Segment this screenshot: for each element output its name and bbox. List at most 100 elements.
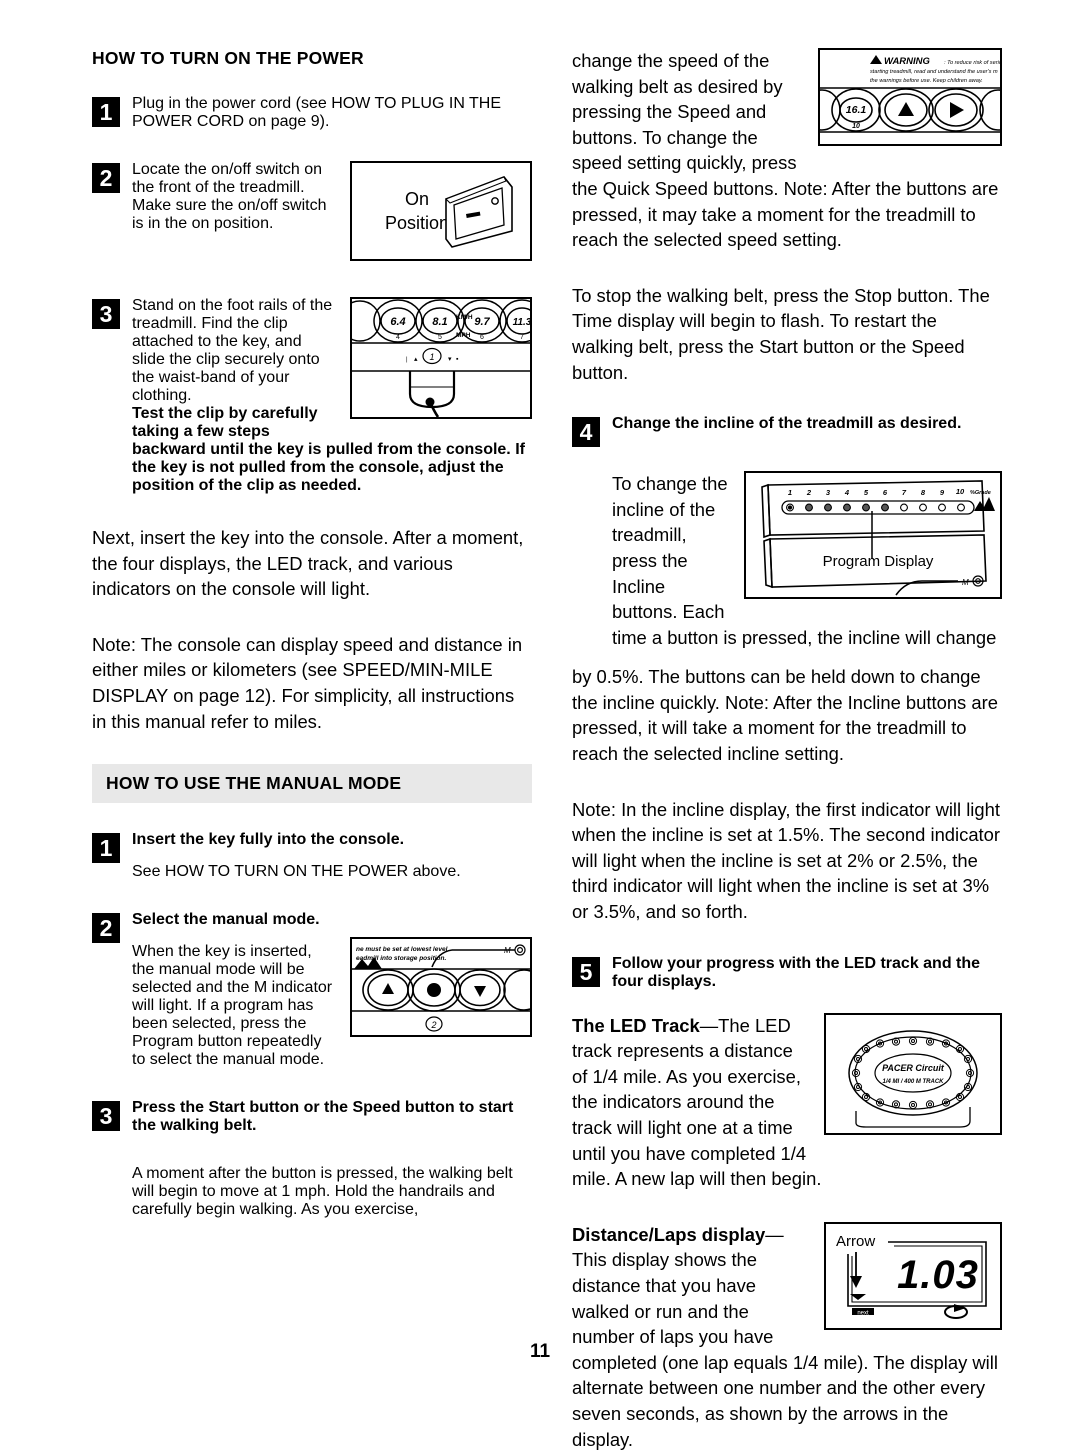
console-buttons-illustration: ne must be set at lowest level eadmill i… — [352, 944, 530, 1032]
svg-text:▪: ▪ — [456, 356, 459, 363]
page-number: 11 — [529, 1341, 551, 1362]
step-text-plain: Stand on the foot rails of the treadmill… — [132, 297, 333, 404]
step-text: Locate the on/off switch on the front of… — [132, 161, 327, 232]
svg-text:8.1: 8.1 — [432, 316, 447, 328]
svg-text:next: next — [857, 1310, 869, 1316]
step-heading: Press the Start button or the Speed butt… — [132, 1099, 514, 1135]
step-manual-2: 2 Select the manual mode. ne must be set… — [92, 911, 532, 1069]
distance-display-illustration: Arrow next 1.03 — [836, 1233, 987, 1319]
svg-text:|: | — [406, 357, 408, 363]
step-progress-5: 5 Follow your progress with the LED trac… — [572, 955, 1002, 991]
paragraph-incline-note: Note: In the incline display, the first … — [572, 798, 1001, 923]
svg-text:4: 4 — [844, 488, 850, 497]
svg-text:16.1: 16.1 — [846, 104, 867, 116]
step-badge: 1 — [92, 833, 120, 864]
distance-display-label: Distance/Laps display — [572, 1223, 766, 1245]
svg-text:KM/H: KM/H — [456, 314, 473, 321]
svg-text:the warnings before use. Kee: the warnings before use. Keep children a… — [870, 78, 983, 84]
step-badge: 3 — [92, 299, 120, 329]
paragraph-stop-belt: To stop the walking belt, press the Stop… — [572, 284, 990, 383]
svg-text:8: 8 — [921, 488, 926, 497]
svg-text:Program Display: Program Display — [823, 553, 934, 570]
svg-text:2: 2 — [806, 488, 812, 497]
step-manual-1: 1 Insert the key fully into the console.… — [92, 831, 532, 881]
step-heading: Follow your progress with the LED track … — [612, 954, 981, 990]
svg-text:6: 6 — [883, 488, 888, 497]
step-badge: 5 — [572, 956, 600, 987]
section-title-manual-mode: HOW TO USE THE MANUAL MODE — [106, 773, 402, 794]
svg-text:7: 7 — [902, 488, 907, 497]
svg-text:: To reduce risk of serious in: : To reduce risk of serious injur — [944, 60, 1000, 66]
figure-onoff-switch: On Position — [350, 161, 532, 261]
speed-paragraph-block: WARNING : To reduce risk of serious inju… — [572, 48, 1002, 253]
svg-text:5: 5 — [438, 334, 442, 341]
switch-illustration — [445, 176, 513, 248]
svg-text:▾: ▾ — [448, 356, 452, 363]
figure-warning-console: WARNING : To reduce risk of serious inju… — [818, 48, 1002, 146]
svg-text:Arrow: Arrow — [836, 1233, 875, 1250]
svg-text:5: 5 — [864, 488, 869, 497]
svg-text:1: 1 — [429, 352, 434, 362]
svg-text:1.03: 1.03 — [897, 1253, 979, 1297]
step-badge: 1 — [92, 97, 120, 127]
program-display-illustration: 1 2 3 4 5 6 7 8 9 10 %Grade Program Display M — [761, 480, 995, 596]
paragraph-insert-key: Next, insert the key into the console. A… — [92, 527, 524, 600]
led-track-label: The LED Track — [572, 1014, 700, 1036]
step-badge: 2 — [92, 163, 120, 193]
incline-figure-block: 1 2 3 4 5 6 7 8 9 10 %Grade Program Display M … — [572, 471, 1002, 650]
figure-program-display: 1 2 3 4 5 6 7 8 9 10 %Grade Program Display M — [744, 471, 1002, 600]
svg-text:1: 1 — [788, 488, 792, 497]
step-badge: 2 — [92, 913, 120, 944]
svg-text:eadmill into storage position.: eadmill into storage position. — [356, 955, 446, 962]
svg-text:7: 7 — [520, 334, 524, 341]
step-power-2: 2 On Position Locate the on/off switch o… — [92, 161, 532, 267]
section-title-power: HOW TO TURN ON THE POWER — [92, 48, 364, 68]
right-column: WARNING : To reduce risk of serious inju… — [572, 48, 1002, 1452]
svg-text:ne must be set at lowest level: ne must be set at lowest level — [356, 946, 448, 953]
step-heading: Select the manual mode. — [132, 911, 320, 929]
pacer-circuit-illustration: PACER Circuit 1/4 MI / 400 M TRACK — [848, 1029, 978, 1128]
svg-text:▴: ▴ — [414, 356, 418, 363]
step-text: See HOW TO TURN ON THE POWER above. — [132, 863, 461, 881]
manual-page: HOW TO TURN ON THE POWER 1 Plug in the p… — [0, 0, 1080, 1450]
step-text: A moment after the button is pressed, th… — [132, 1165, 513, 1219]
svg-text:M: M — [962, 578, 969, 587]
svg-text:WARNING: WARNING — [884, 56, 931, 67]
paragraph-incline-rest: by 0.5%. The buttons can be held down to… — [572, 666, 998, 765]
switch-label-line1: On — [404, 189, 429, 209]
led-track-block: PACER Circuit 1/4 MI / 400 M TRACK The L… — [572, 1012, 1002, 1192]
svg-text:starting treadmill, read and u: starting treadmill, read and understand … — [870, 69, 998, 75]
svg-text:PACER Circuit: PACER Circuit — [882, 1063, 945, 1073]
step-heading: Change the incline of the treadmill as d… — [612, 415, 962, 433]
paragraph-units-note: Note: The console can display speed and … — [92, 633, 523, 732]
svg-text:6.4: 6.4 — [390, 316, 405, 328]
svg-text:9.7: 9.7 — [474, 316, 490, 328]
quick-speed-illustration: 6.4 8.1 9.7 11.3 4 5 6 7 KM/H MPH ▴ | 1 — [352, 299, 530, 417]
svg-text:4: 4 — [396, 334, 400, 341]
svg-text:%Grade: %Grade — [970, 490, 991, 496]
step-badge: 4 — [572, 417, 600, 448]
led-track-text: —The LED track represents a distance of … — [572, 1014, 822, 1190]
warning-console-illustration: WARNING : To reduce risk of serious inju… — [820, 55, 1000, 133]
step-text: Plug in the power cord (see HOW TO PLUG … — [132, 95, 502, 130]
step-text: Stand on the foot rails of the treadmill… — [92, 297, 347, 405]
svg-text:2: 2 — [430, 1020, 436, 1030]
svg-text:9: 9 — [940, 488, 945, 497]
svg-text:6: 6 — [480, 334, 484, 341]
step-power-1: 1 Plug in the power cord (see HOW TO PLU… — [92, 95, 532, 131]
distance-display-block: Arrow next 1.03 Distance/Laps display—Th… — [572, 1221, 1002, 1452]
svg-text:11.3: 11.3 — [513, 317, 530, 328]
two-column-layout: HOW TO TURN ON THE POWER 1 Plug in the p… — [92, 48, 1002, 1452]
figure-distance-display: Arrow next 1.03 — [824, 1221, 1002, 1330]
svg-text:3: 3 — [826, 488, 831, 497]
step-manual-3: 3 Press the Start button or the Speed bu… — [92, 1099, 532, 1219]
svg-text:1/4 MI / 400 M TRACK: 1/4 MI / 400 M TRACK — [882, 1079, 944, 1085]
step-power-3: 3 6.4 8.1 9.7 11.3 4 5 6 7 KM/H MPH ▴ | … — [92, 297, 532, 495]
svg-text:10: 10 — [956, 487, 965, 496]
step-badge: 3 — [92, 1101, 120, 1132]
svg-text:MPH: MPH — [456, 332, 471, 339]
step-heading: Insert the key fully into the console. — [132, 831, 405, 849]
figure-console-manual-mode: ne must be set at lowest level eadmill i… — [350, 937, 532, 1038]
figure-pacer-circuit: PACER Circuit 1/4 MI / 400 M TRACK — [824, 1012, 1002, 1135]
section-band-manual-mode: HOW TO USE THE MANUAL MODE — [92, 764, 532, 804]
